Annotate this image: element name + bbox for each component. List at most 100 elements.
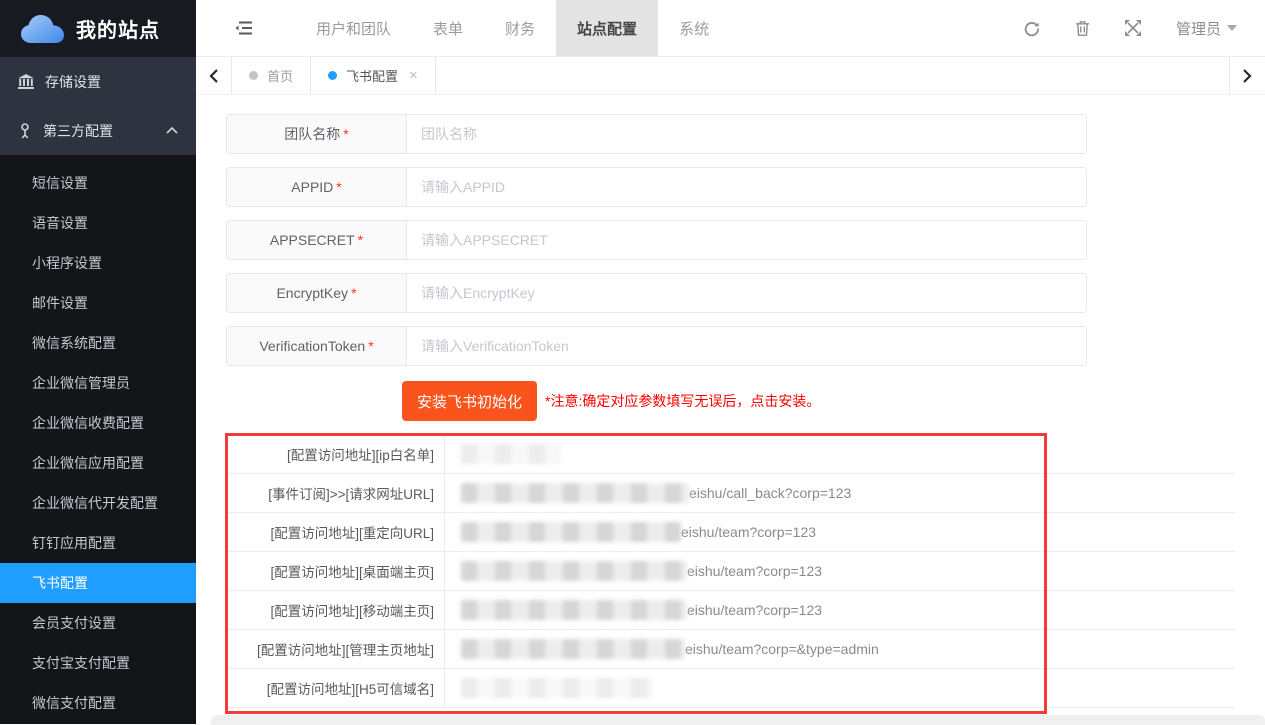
form-field-row: VerificationToken* [226,326,1087,366]
main-area: 首页 飞书配置 × 团队名称* APPID* [196,57,1265,724]
config-row-value: eishu/team?corp=&type=admin [445,630,1235,668]
sidebar-subitem-label: 语音设置 [32,215,88,231]
sidebar-subitem[interactable]: 语音设置 [0,203,196,243]
tab-bar: 首页 飞书配置 × [196,57,1265,95]
form-field-row: 团队名称* [226,114,1087,154]
form-field-row: APPSECRET* [226,220,1087,260]
user-gear-icon [18,123,32,139]
masked-value [461,678,653,698]
field-input[interactable] [407,327,1086,365]
sidebar-subitem[interactable]: 企业微信代开发配置 [0,483,196,523]
form-field-row: APPID* [226,167,1087,207]
sidebar-subitem[interactable]: 邮件设置 [0,283,196,323]
trash-icon[interactable] [1075,20,1090,37]
config-row-value: eishu/call_back?corp=123 [445,474,1235,512]
config-row-label: [配置访问地址][H5可信域名] [228,669,445,707]
form-field-row: EncryptKey* [226,273,1087,313]
config-row-label: [配置访问地址][移动端主页] [228,591,445,629]
config-row: [配置访问地址][桌面端主页] eishu/team?corp=123 [228,552,1235,591]
sidebar-subitem[interactable]: 支付宝支付配置 [0,643,196,683]
top-nav-item-label: 表单 [433,18,463,39]
site-title: 我的站点 [76,14,160,43]
tabs-scroll-left-icon[interactable] [196,57,232,94]
page-tab[interactable]: 首页 [232,57,311,94]
masked-value [461,561,687,581]
field-input[interactable] [407,115,1086,153]
field-input[interactable] [407,168,1086,206]
config-row-url-suffix: eishu/call_back?corp=123 [689,485,851,501]
config-row-url-suffix: eishu/team?corp=&type=admin [685,641,879,657]
config-row-value: eishu/team?corp=123 [445,513,1235,551]
masked-value [461,444,561,464]
required-asterisk: * [336,179,341,195]
field-input[interactable] [407,274,1086,312]
masked-value [461,522,681,542]
sidebar-item-third-party-config[interactable]: 第三方配置 [0,106,196,155]
top-nav-item[interactable]: 系统 [658,0,730,56]
sidebar-subitem-label: 邮件设置 [32,295,88,311]
user-name: 管理员 [1176,18,1221,39]
sidebar-submenu: 短信设置 语音设置 小程序设置 邮件设置 微信系统配置 企业微信管理员 企业微信… [0,155,196,723]
masked-value [461,639,685,659]
sidebar-item-storage-settings[interactable]: 存储设置 [0,57,196,106]
sidebar-subitem[interactable]: 微信系统配置 [0,323,196,363]
sidebar-subitem[interactable]: 会员支付设置 [0,603,196,643]
install-warning-note: *注意:确定对应参数填写无误后，点击安装。 [545,391,820,411]
sidebar-subitem-label: 企业微信收费配置 [32,415,144,431]
config-row-url-suffix: eishu/team?corp=123 [681,524,816,540]
header-actions: 管理员 [1023,0,1265,56]
config-row-url-suffix: eishu/team?corp=123 [687,602,822,618]
config-row: [配置访问地址][重定向URL] eishu/team?corp=123 [228,513,1235,552]
tab-dot [249,71,258,80]
sidebar-subitem[interactable]: 小程序设置 [0,243,196,283]
sidebar-subitem[interactable]: 飞书配置 [0,563,196,603]
field-label: APPID* [227,168,407,206]
sidebar-subitem[interactable]: 企业微信管理员 [0,363,196,403]
field-label: APPSECRET* [227,221,407,259]
install-feishu-button[interactable]: 安装飞书初始化 [402,381,537,421]
config-row-label: [配置访问地址][桌面端主页] [228,552,445,590]
form-fields: 团队名称* APPID* APPSECRET* EncryptKey* [226,114,1265,366]
required-asterisk: * [351,285,356,301]
user-menu[interactable]: 管理员 [1176,18,1237,39]
config-row-value [445,669,1235,707]
tab-dot [328,71,337,80]
collapse-menu-icon[interactable] [216,0,271,56]
sidebar-subitem-label: 钉钉应用配置 [32,535,116,551]
sidebar-subitem[interactable]: 企业微信收费配置 [0,403,196,443]
top-nav-item[interactable]: 财务 [484,0,556,56]
fullscreen-icon[interactable] [1125,20,1141,36]
config-address-table: [配置访问地址][ip白名单] [事件订阅]>>[请求网址URL] eishu/… [228,435,1235,708]
required-asterisk: * [368,338,373,354]
top-nav-item-label: 用户和团队 [316,18,391,39]
config-row-value: eishu/team?corp=123 [445,552,1235,590]
top-nav-item[interactable]: 站点配置 [556,0,658,56]
tabs-scroll-right-icon[interactable] [1229,57,1265,94]
chevron-down-icon [1227,25,1237,31]
sidebar-item-label: 存储设置 [45,72,101,92]
config-row: [配置访问地址][管理主页地址] eishu/team?corp=&type=a… [228,630,1235,669]
field-input[interactable] [407,221,1086,259]
sidebar-subitem-label: 会员支付设置 [32,615,116,631]
required-asterisk: * [358,232,363,248]
top-nav-item[interactable]: 表单 [412,0,484,56]
tab-label: 飞书配置 [346,66,398,85]
config-row-label: [事件订阅]>>[请求网址URL] [228,474,445,512]
masked-value [461,483,689,503]
config-row-label: [配置访问地址][ip白名单] [228,435,445,473]
tab-close-icon[interactable]: × [409,68,418,83]
sidebar-subitem[interactable]: 微信支付配置 [0,683,196,723]
refresh-icon[interactable] [1023,20,1040,37]
install-row: 安装飞书初始化 *注意:确定对应参数填写无误后，点击安装。 [402,381,1265,421]
config-row-value: eishu/team?corp=123 [445,591,1235,629]
sidebar-subitem[interactable]: 钉钉应用配置 [0,523,196,563]
page-tab[interactable]: 飞书配置 × [311,57,436,94]
tab-label: 首页 [267,66,293,85]
top-nav-item[interactable]: 用户和团队 [295,0,412,56]
top-nav-items: 用户和团队 表单 财务 站点配置 系统 [295,0,730,56]
bank-icon [18,74,34,89]
sidebar-subitem[interactable]: 短信设置 [0,163,196,203]
sidebar-subitem-label: 企业微信代开发配置 [32,495,158,511]
sidebar-subitem[interactable]: 企业微信应用配置 [0,443,196,483]
config-row: [事件订阅]>>[请求网址URL] eishu/call_back?corp=1… [228,474,1235,513]
